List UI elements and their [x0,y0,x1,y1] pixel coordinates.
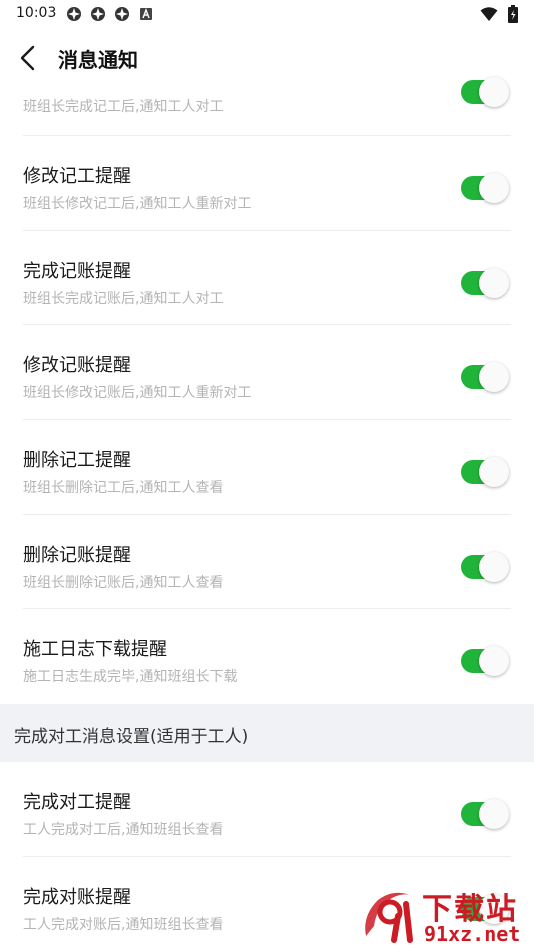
setting-row-complete-record: 班组长完成记工后,通知工人对工 [23,70,511,136]
status-notification-icons [66,6,154,22]
setting-description: 施工日志生成完毕,通知班组长下载 [23,669,238,686]
setting-toggle[interactable] [461,173,509,203]
setting-title: 删除记工提醒 [23,450,131,472]
section-header: 完成对工消息设置(适用于工人) [0,704,534,763]
setting-description: 班组长修改记工后,通知工人重新对工 [23,196,252,212]
setting-toggle[interactable] [461,646,509,677]
setting-row-modify-record: 修改记工提醒 班组长修改记工后,通知工人重新对工 [23,136,511,231]
setting-toggle[interactable] [461,267,509,298]
wifi-icon [480,7,498,21]
setting-description: 班组长删除记工后,通知工人查看 [23,480,224,497]
setting-row-worker-complete-record: 完成对工提醒 工人完成对工后,通知班组长查看 [23,762,511,857]
setting-description: 班组长修改记账后,通知工人重新对工 [23,385,252,402]
setting-title: 完成对账提醒 [23,886,131,908]
setting-toggle[interactable] [461,457,509,488]
setting-toggle[interactable] [461,362,509,393]
setting-description: 工人完成对账后,通知班组长查看 [23,916,224,933]
watermark-url: 91xz.net [424,922,521,946]
app-notification-icon [67,7,81,21]
setting-title: 删除记账提醒 [23,544,131,566]
toggle-knob [479,457,509,488]
a-badge-icon [140,8,152,20]
section-title: 完成对工消息设置(适用于工人) [14,727,249,748]
page-title: 消息通知 [58,48,138,72]
toggle-knob [479,646,509,677]
setting-toggle[interactable] [461,77,509,107]
setting-row-delete-account: 删除记账提醒 班组长删除记账后,通知工人查看 [23,515,511,610]
setting-description: 班组长完成记账后,通知工人对工 [23,290,224,307]
status-time: 10:03 [16,5,57,21]
toggle-knob [479,551,509,582]
chevron-left-icon [20,45,35,71]
status-bar: 10:03 [0,0,534,28]
setting-row-modify-account: 修改记账提醒 班组长修改记账后,通知工人重新对工 [23,325,511,421]
setting-row-complete-account: 完成记账提醒 班组长完成记账后,通知工人对工 [23,231,511,326]
status-system-icons [480,5,518,23]
battery-icon [508,5,518,23]
toggle-knob [479,799,509,830]
app-notification-icon [115,7,129,21]
app-notification-icon [91,7,105,21]
setting-title: 施工日志下载提醒 [23,639,167,661]
toggle-knob [479,362,509,393]
toggle-knob [479,77,509,107]
toggle-knob [479,173,509,203]
setting-toggle[interactable] [461,551,509,582]
setting-description: 班组长完成记工后,通知工人对工 [23,99,224,115]
setting-description: 班组长删除记账后,通知工人查看 [23,574,224,591]
setting-description: 工人完成对工后,通知班组长查看 [23,822,224,839]
toggle-knob [479,267,509,298]
setting-row-delete-record: 删除记工提醒 班组长删除记工后,通知工人查看 [23,420,511,515]
notification-settings-list: 班组长完成记工后,通知工人对工 修改记工提醒 班组长修改记工后,通知工人重新对工… [0,70,534,950]
setting-title: 完成记账提醒 [23,260,131,282]
setting-title: 修改记账提醒 [23,355,131,377]
setting-title: 完成对工提醒 [23,792,131,814]
setting-title: 修改记工提醒 [23,166,131,187]
setting-row-log-download: 施工日志下载提醒 施工日志生成完毕,通知班组长下载 [23,609,511,704]
watermark-logo-icon [365,892,413,943]
site-watermark: 下载站 91xz.net [360,882,530,948]
setting-toggle[interactable] [461,799,509,830]
